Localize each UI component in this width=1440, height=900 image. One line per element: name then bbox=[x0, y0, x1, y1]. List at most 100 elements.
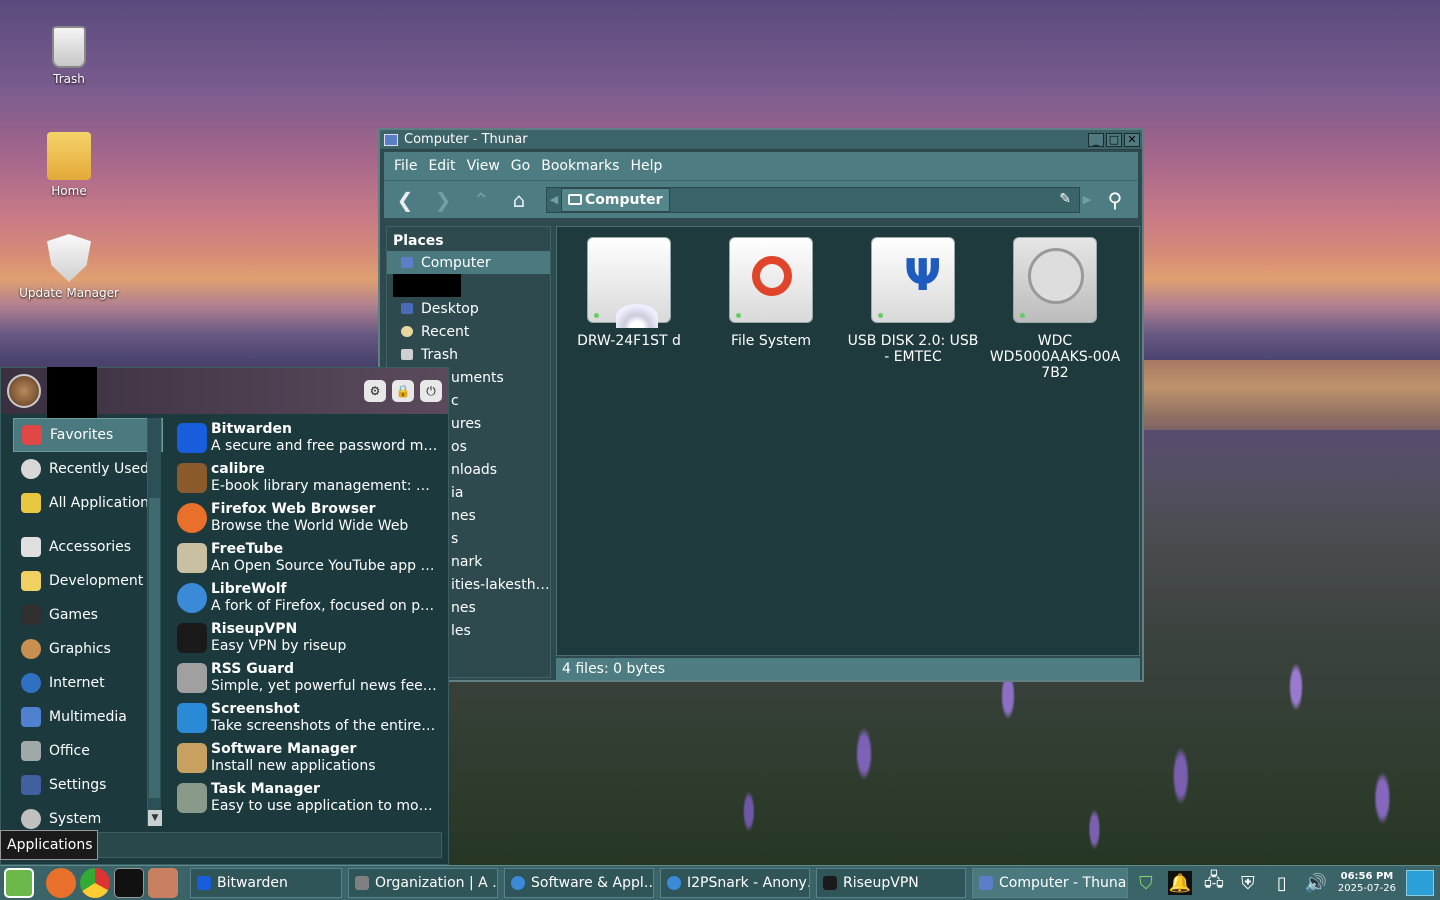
settings-toggle-icon[interactable]: ⚙ bbox=[364, 380, 386, 402]
menu-edit[interactable]: Edit bbox=[428, 158, 455, 174]
drive-optical[interactable]: DRW-24F1ST d bbox=[559, 237, 699, 349]
menu-search-input[interactable] bbox=[97, 832, 442, 858]
app-item-librewolf[interactable]: LibreWolf A fork of Firefox, focused on p… bbox=[171, 578, 443, 618]
path-scroll-right-icon[interactable]: ▶ bbox=[1080, 188, 1094, 212]
update-shield-icon[interactable]: ⛨ bbox=[1236, 871, 1260, 895]
category-all-applications[interactable]: All Applications bbox=[13, 486, 163, 520]
notification-bell-icon[interactable]: 🔔 bbox=[1167, 871, 1192, 895]
category-office[interactable]: Office bbox=[13, 734, 163, 768]
redacted-entry bbox=[393, 274, 461, 297]
app-name: Firefox Web Browser bbox=[211, 501, 376, 517]
firefox-icon bbox=[177, 503, 207, 533]
minimize-button[interactable]: _ bbox=[1088, 132, 1104, 147]
chromium-launcher-icon[interactable] bbox=[80, 868, 110, 898]
category-recently-used[interactable]: Recently Used bbox=[13, 452, 163, 486]
app-list: Bitwarden A secure and free password ma… … bbox=[171, 418, 443, 826]
drive-usb[interactable]: Ψ USB DISK 2.0: USB - EMTEC bbox=[843, 237, 983, 365]
category-accessories[interactable]: Accessories bbox=[13, 530, 163, 564]
up-button[interactable]: ⌃ bbox=[466, 186, 496, 214]
menu-view[interactable]: View bbox=[467, 158, 500, 174]
window-titlebar[interactable]: Computer - Thunar _ □ ✕ bbox=[380, 130, 1142, 150]
desktop-icon-update-manager[interactable]: Update Manager bbox=[14, 234, 124, 300]
hard-disk-icon bbox=[1013, 237, 1097, 323]
home-folder-icon bbox=[47, 132, 91, 180]
network-icon[interactable]: 🖧 bbox=[1202, 870, 1226, 895]
back-button[interactable]: ❮ bbox=[390, 186, 420, 214]
task-label: RiseupVPN bbox=[843, 875, 919, 891]
category-internet[interactable]: Internet bbox=[13, 666, 163, 700]
category-label: Multimedia bbox=[49, 709, 127, 725]
category-settings[interactable]: Settings bbox=[13, 768, 163, 802]
category-graphics[interactable]: Graphics bbox=[13, 632, 163, 666]
forward-button[interactable]: ❯ bbox=[428, 186, 458, 214]
menu-file[interactable]: File bbox=[394, 158, 417, 174]
menu-go[interactable]: Go bbox=[511, 158, 530, 174]
desktop-icon-label: Trash bbox=[53, 72, 85, 86]
category-development[interactable]: Development bbox=[13, 564, 163, 598]
task-i2psnark[interactable]: I2PSnark - Anony… bbox=[660, 868, 810, 898]
battery-icon[interactable]: ▯ bbox=[1270, 871, 1294, 895]
avatar[interactable] bbox=[7, 374, 41, 408]
clock[interactable]: 06:56 PM 2025-07-26 bbox=[1338, 871, 1396, 895]
category-games[interactable]: Games bbox=[13, 598, 163, 632]
category-multimedia[interactable]: Multimedia bbox=[13, 700, 163, 734]
app-item-bitwarden[interactable]: Bitwarden A secure and free password ma… bbox=[171, 418, 443, 458]
sidebar-item-trash[interactable]: Trash bbox=[387, 343, 550, 366]
show-desktop-button[interactable] bbox=[1406, 870, 1434, 896]
task-label: Computer - Thunar bbox=[999, 875, 1128, 891]
path-scroll-left-icon[interactable]: ◀ bbox=[547, 188, 561, 212]
drive-hdd[interactable]: WDC WD5000AAKS-00A 7B2 bbox=[985, 237, 1125, 381]
drive-label: USB DISK 2.0: USB - EMTEC bbox=[847, 333, 979, 365]
category-favorites[interactable]: Favorites bbox=[13, 418, 163, 452]
app-item-screenshot[interactable]: Screenshot Take screenshots of the entire… bbox=[171, 698, 443, 738]
desktop-icon-trash[interactable]: Trash bbox=[14, 26, 124, 86]
app-item-calibre[interactable]: calibre E-book library management: Co… bbox=[171, 458, 443, 498]
system-tray: ⛉ 🔔 🖧 ⛨ ▯ 🔊 06:56 PM 2025-07-26 bbox=[1134, 870, 1440, 896]
category-label: Graphics bbox=[49, 641, 111, 657]
app-item-freetube[interactable]: FreeTube An Open Source YouTube app f… bbox=[171, 538, 443, 578]
task-bitwarden[interactable]: Bitwarden bbox=[190, 868, 342, 898]
terminal-launcher-icon[interactable] bbox=[114, 868, 144, 898]
trash-icon bbox=[401, 349, 413, 360]
app-item-firefox[interactable]: Firefox Web Browser Browse the World Wide… bbox=[171, 498, 443, 538]
app-item-task-manager[interactable]: Task Manager Easy to use application to m… bbox=[171, 778, 443, 818]
browser-icon bbox=[667, 876, 681, 890]
edit-location-icon[interactable]: ✎ bbox=[1059, 191, 1071, 207]
app-description: A fork of Firefox, focused on pri… bbox=[211, 598, 439, 614]
scrollbar-thumb[interactable] bbox=[149, 498, 160, 798]
vpn-shield-icon[interactable]: ⛉ bbox=[1134, 871, 1158, 895]
app-name: RSS Guard bbox=[211, 661, 295, 677]
volume-icon[interactable]: 🔊 bbox=[1304, 871, 1328, 895]
bitwarden-icon bbox=[197, 876, 211, 890]
riseupvpn-icon bbox=[177, 623, 207, 653]
menu-help[interactable]: Help bbox=[630, 158, 662, 174]
firefox-launcher-icon[interactable] bbox=[46, 868, 76, 898]
scroll-down-icon[interactable]: ▼ bbox=[148, 810, 162, 826]
task-riseupvpn[interactable]: RiseupVPN bbox=[816, 868, 966, 898]
drive-filesystem[interactable]: File System bbox=[701, 237, 841, 349]
lock-icon[interactable]: 🔒 bbox=[392, 380, 414, 402]
logout-icon[interactable]: ⏻ bbox=[420, 380, 442, 402]
search-icon[interactable]: ⚲ bbox=[1098, 186, 1132, 214]
task-thunar[interactable]: Computer - Thunar bbox=[972, 868, 1128, 898]
sidebar-item-desktop[interactable]: Desktop bbox=[387, 297, 550, 320]
category-scrollbar[interactable]: ▼ bbox=[147, 418, 162, 826]
menu-button-mint-icon[interactable] bbox=[4, 868, 34, 898]
menu-bookmarks[interactable]: Bookmarks bbox=[541, 158, 619, 174]
desktop-icon-home[interactable]: Home bbox=[14, 132, 124, 198]
task-software-sources[interactable]: Software & Appl… bbox=[504, 868, 654, 898]
app-item-riseupvpn[interactable]: RiseupVPN Easy VPN by riseup bbox=[171, 618, 443, 658]
clock-date: 2025-07-26 bbox=[1337, 883, 1396, 894]
app-item-rss-guard[interactable]: RSS Guard Simple, yet powerful news feed … bbox=[171, 658, 443, 698]
app-item-software-manager[interactable]: Software Manager Install new applications bbox=[171, 738, 443, 778]
sidebar-item-recent[interactable]: Recent bbox=[387, 320, 550, 343]
task-organization[interactable]: Organization | A … bbox=[348, 868, 498, 898]
home-button[interactable]: ⌂ bbox=[504, 186, 534, 214]
sidebar-item-computer[interactable]: Computer bbox=[387, 251, 550, 274]
task-manager-icon bbox=[177, 783, 207, 813]
path-crumb-computer[interactable]: Computer bbox=[561, 187, 670, 212]
software-manager-icon bbox=[177, 743, 207, 773]
maximize-button[interactable]: □ bbox=[1106, 132, 1122, 147]
close-button[interactable]: ✕ bbox=[1124, 132, 1140, 147]
files-launcher-icon[interactable] bbox=[148, 868, 178, 898]
